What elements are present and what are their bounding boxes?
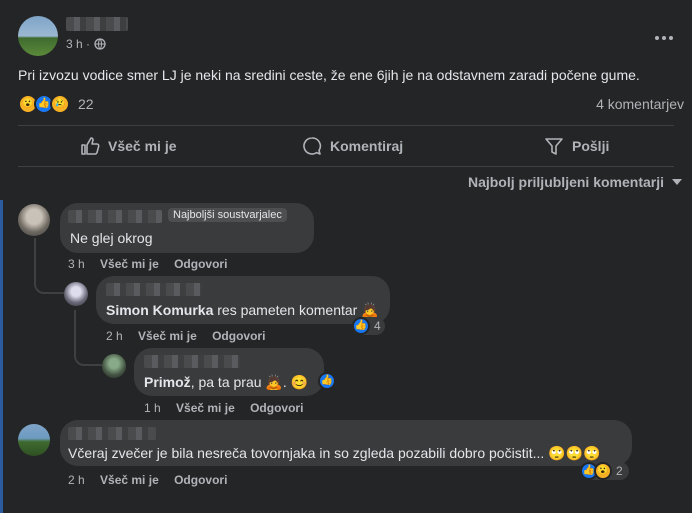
sort-label: Najbolj priljubljeni komentarji xyxy=(467,174,664,190)
post-text: Pri izvozu vodice smer LJ je neki na sre… xyxy=(18,67,640,83)
more-options-button[interactable] xyxy=(654,28,678,42)
share-button[interactable]: Pošlji xyxy=(544,133,609,159)
reaction-count-2: 4 xyxy=(374,319,381,333)
comment-body-4: Včeraj zvečer je bila nesreča tovornjaka… xyxy=(68,445,545,461)
caret-down-icon xyxy=(672,179,682,185)
thumbs-up-icon xyxy=(81,137,100,155)
comment-icon xyxy=(303,137,322,155)
comment-time-1[interactable]: 3 h xyxy=(68,257,85,271)
comment-reply-4[interactable]: Odgovori xyxy=(174,473,227,487)
comment-actions-4: 2 h Všeč mi je Odgovori xyxy=(68,473,239,487)
like-label: Všeč mi je xyxy=(108,138,177,154)
eye-roll-emoji-1: 🙄 xyxy=(548,445,566,461)
comment-reactions-2[interactable]: 👍 4 xyxy=(352,317,385,335)
comment-avatar-1[interactable] xyxy=(18,204,50,236)
comment-reply-3[interactable]: Odgovori xyxy=(250,401,303,415)
comment-actions-1: 3 h Všeč mi je Odgovori xyxy=(68,257,239,271)
comment-label: Komentiraj xyxy=(330,138,404,154)
comment-text-2: Simon Komurka res pameten komentar 🙇 xyxy=(106,302,379,319)
comment-like-1[interactable]: Všeč mi je xyxy=(100,257,159,271)
comment-reactions-4[interactable]: 👍 😮 2 xyxy=(580,462,629,480)
like-button[interactable]: Všeč mi je xyxy=(80,133,177,159)
eye-roll-emoji-2: 🙄 xyxy=(565,445,584,461)
comment-sort-dropdown[interactable]: Najbolj priljubljeni komentarji xyxy=(468,174,682,190)
commenter-name-redacted-2[interactable] xyxy=(106,283,202,296)
wow-reaction-icon: 😮 xyxy=(594,462,612,480)
comment-avatar-2[interactable] xyxy=(64,282,88,306)
comment-avatar-3[interactable] xyxy=(102,354,126,378)
comment-actions-2: 2 h Všeč mi je Odgovori xyxy=(106,329,277,343)
comment-text-1: Ne glej okrog xyxy=(70,230,153,246)
comment-time-4[interactable]: 2 h xyxy=(68,473,85,487)
thread-line-2 xyxy=(74,310,102,366)
more-icon xyxy=(655,36,673,40)
share-label: Pošlji xyxy=(572,138,610,154)
divider-bottom xyxy=(18,166,674,167)
globe-icon xyxy=(94,38,106,50)
thread-highlight-bar xyxy=(0,200,3,513)
comment-text-4: Včeraj zvečer je bila nesreča tovornjaka… xyxy=(68,445,600,462)
person-bowing-emoji: 🙇 xyxy=(361,302,379,318)
sad-reaction-icon: 😢 xyxy=(50,94,70,114)
comment-count[interactable]: 4 komentarjev xyxy=(596,96,684,112)
post-meta: 3 h · xyxy=(66,37,106,51)
author-avatar[interactable] xyxy=(18,16,58,56)
comment-like-4[interactable]: Všeč mi je xyxy=(100,473,159,487)
comment-body-2: res pameten komentar xyxy=(217,302,358,318)
comment-time-2[interactable]: 2 h xyxy=(106,329,123,343)
post-time[interactable]: 3 h · xyxy=(66,37,90,51)
mention-primoz[interactable]: Primož xyxy=(144,374,191,390)
reaction-summary[interactable]: 😮 👍 😢 22 xyxy=(18,94,94,114)
top-contributor-badge: Najboljši soustvarjalec xyxy=(168,208,287,222)
comment-reply-1[interactable]: Odgovori xyxy=(174,257,227,271)
person-bowing-emoji: 🙇 xyxy=(265,374,283,390)
comment-body-3: , pa ta prau xyxy=(190,374,262,390)
commenter-name-redacted-3[interactable] xyxy=(144,355,240,368)
comment-avatar-4[interactable] xyxy=(18,424,50,456)
smiling-face-emoji: 😊 xyxy=(290,374,309,390)
commenter-name-redacted-4[interactable] xyxy=(68,427,156,440)
comment-button[interactable]: Komentiraj xyxy=(302,133,403,159)
comment-actions-3: 1 h Všeč mi je Odgovori xyxy=(144,401,315,415)
comment-time-3[interactable]: 1 h xyxy=(144,401,161,415)
author-name-redacted[interactable] xyxy=(66,17,128,31)
comment-reply-2[interactable]: Odgovori xyxy=(212,329,265,343)
reaction-count-4: 2 xyxy=(616,464,623,478)
eye-roll-emoji-3: 🙄 xyxy=(583,445,601,461)
comment-like-3[interactable]: Všeč mi je xyxy=(176,401,235,415)
comment-text-3: Primož, pa ta prau 🙇. 😊 xyxy=(144,374,309,390)
like-reaction-icon[interactable]: 👍 xyxy=(318,372,336,390)
share-icon xyxy=(545,138,563,155)
thread-line-1 xyxy=(34,238,64,294)
reaction-count: 22 xyxy=(78,96,94,112)
commenter-name-redacted-1[interactable] xyxy=(68,210,162,223)
mention-simon[interactable]: Simon Komurka xyxy=(106,302,213,318)
comment-like-2[interactable]: Všeč mi je xyxy=(138,329,197,343)
like-reaction-icon: 👍 xyxy=(352,317,370,335)
divider-top xyxy=(18,125,674,126)
